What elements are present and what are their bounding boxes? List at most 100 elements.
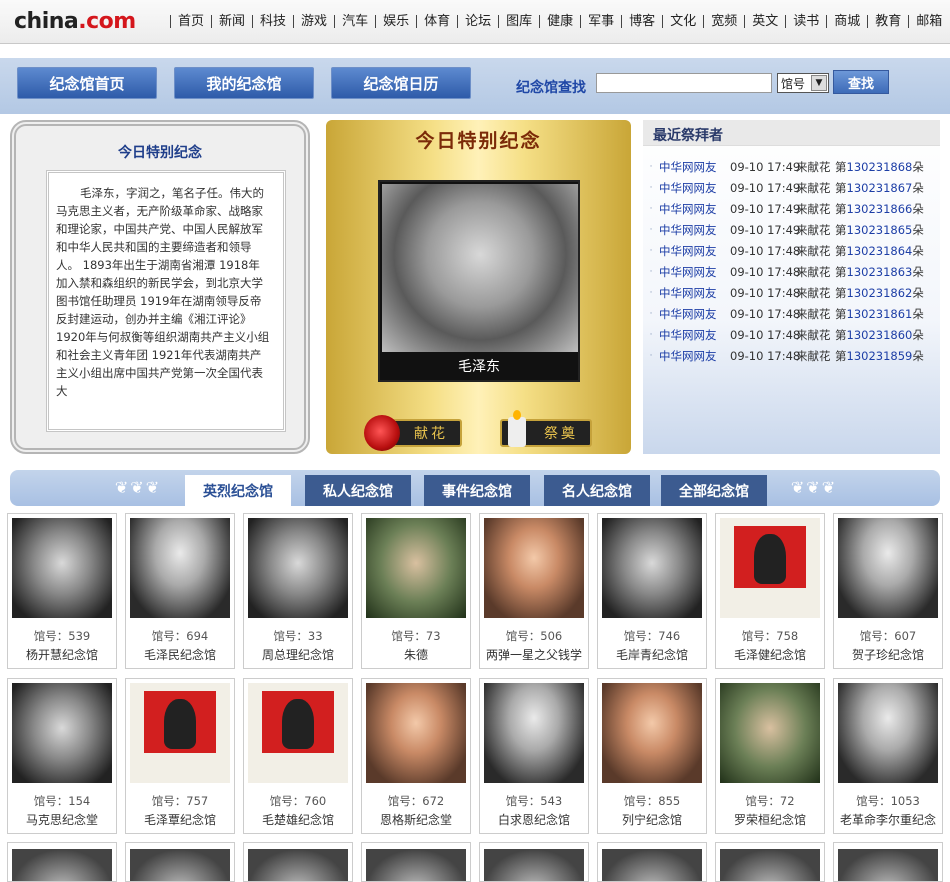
top-nav-link[interactable]: 科技 [252, 15, 293, 28]
memorial-card[interactable]: 馆号：607 贺子珍纪念馆 [833, 513, 943, 669]
memorial-photo[interactable] [838, 683, 938, 783]
top-nav-link[interactable]: 读书 [785, 15, 826, 28]
memorial-name[interactable]: 毛泽健纪念馆 [716, 646, 824, 663]
memorial-photo[interactable] [248, 683, 348, 783]
search-type-select[interactable]: 馆号 ▼ [777, 73, 829, 93]
visitor-name[interactable]: 中华网网友 [659, 243, 730, 259]
memorial-photo[interactable] [12, 518, 112, 618]
category-tab[interactable]: 全部纪念馆 [661, 475, 767, 506]
partial-card[interactable] [243, 842, 353, 882]
memorial-name[interactable]: 白求恩纪念馆 [480, 811, 588, 828]
top-nav-link[interactable]: 邮箱 [908, 15, 949, 28]
memorial-photo[interactable] [248, 518, 348, 618]
memorial-photo[interactable] [720, 518, 820, 618]
partial-card[interactable] [7, 842, 117, 882]
top-nav-link[interactable]: 健康 [539, 15, 580, 28]
memorial-card[interactable]: 馆号：757 毛泽覃纪念馆 [125, 678, 235, 834]
search-input[interactable] [596, 73, 772, 93]
top-nav-link[interactable]: 军事 [580, 15, 621, 28]
memorial-name[interactable]: 毛岸青纪念馆 [598, 646, 706, 663]
top-nav-link[interactable]: 宽频 [703, 15, 744, 28]
memorial-card[interactable]: 馆号：1053 老革命李尔重纪念 [833, 678, 943, 834]
search-button[interactable]: 查找 [833, 70, 889, 94]
memorial-photo[interactable] [602, 683, 702, 783]
memorial-name[interactable]: 马克思纪念堂 [8, 811, 116, 828]
memorial-card[interactable]: 馆号：694 毛泽民纪念馆 [125, 513, 235, 669]
memorial-photo[interactable] [484, 518, 584, 618]
memorial-card[interactable]: 馆号：33 周总理纪念馆 [243, 513, 353, 669]
top-nav-link[interactable]: 游戏 [293, 15, 334, 28]
memorial-card[interactable]: 馆号：855 列宁纪念馆 [597, 678, 707, 834]
memorial-photo[interactable] [130, 683, 230, 783]
memorial-card[interactable]: 馆号：72 罗荣桓纪念馆 [715, 678, 825, 834]
memorial-card[interactable]: 馆号：758 毛泽健纪念馆 [715, 513, 825, 669]
memorial-name[interactable]: 周总理纪念馆 [244, 646, 352, 663]
memorial-photo[interactable] [720, 683, 820, 783]
visitor-name[interactable]: 中华网网友 [659, 306, 730, 322]
memorial-card[interactable]: 馆号：672 恩格斯纪念堂 [361, 678, 471, 834]
memorial-photo[interactable] [484, 683, 584, 783]
memorial-name[interactable]: 列宁纪念馆 [598, 811, 706, 828]
partial-card[interactable] [715, 842, 825, 882]
chevron-down-icon[interactable]: ▼ [811, 75, 827, 91]
memorial-name[interactable]: 毛楚雄纪念馆 [244, 811, 352, 828]
partial-card[interactable] [597, 842, 707, 882]
memorial-name[interactable]: 杨开慧纪念馆 [8, 646, 116, 663]
visitor-name[interactable]: 中华网网友 [659, 264, 730, 280]
memorial-card[interactable]: 馆号：73 朱德 [361, 513, 471, 669]
top-nav-link[interactable]: 论坛 [457, 15, 498, 28]
category-tab[interactable]: 事件纪念馆 [424, 475, 530, 506]
memorial-photo[interactable] [130, 518, 230, 618]
china-com-logo[interactable]: china.com [14, 9, 170, 34]
top-nav-link[interactable]: 文化 [662, 15, 703, 28]
memorial-home-button[interactable]: 纪念馆首页 [17, 67, 157, 99]
visitor-name[interactable]: 中华网网友 [659, 159, 730, 175]
memorial-name[interactable]: 老革命李尔重纪念 [834, 811, 942, 828]
category-tab[interactable]: 英烈纪念馆 [185, 475, 291, 506]
memorial-photo[interactable] [12, 683, 112, 783]
memorial-name[interactable]: 贺子珍纪念馆 [834, 646, 942, 663]
memorial-photo[interactable] [602, 518, 702, 618]
memorial-name[interactable]: 朱德 [362, 646, 470, 663]
memorial-card[interactable]: 馆号：746 毛岸青纪念馆 [597, 513, 707, 669]
visitor-name[interactable]: 中华网网友 [659, 201, 730, 217]
partial-card[interactable] [479, 842, 589, 882]
memorial-name[interactable]: 毛泽民纪念馆 [126, 646, 234, 663]
visitor-name[interactable]: 中华网网友 [659, 327, 730, 343]
mourn-button[interactable]: 祭奠 [500, 410, 592, 447]
top-nav-link[interactable]: 汽车 [334, 15, 375, 28]
memorial-name[interactable]: 两弹一星之父钱学 [480, 646, 588, 663]
my-memorial-button[interactable]: 我的纪念馆 [174, 67, 314, 99]
offer-flower-button[interactable]: 献花 [364, 415, 462, 451]
memorial-name[interactable]: 毛泽覃纪念馆 [126, 811, 234, 828]
memorial-card[interactable]: 馆号：154 马克思纪念堂 [7, 678, 117, 834]
top-nav-link[interactable]: 首页 [170, 15, 211, 28]
category-tab[interactable]: 名人纪念馆 [544, 475, 650, 506]
visitor-name[interactable]: 中华网网友 [659, 180, 730, 196]
top-nav-link[interactable]: 新闻 [211, 15, 252, 28]
visitor-name[interactable]: 中华网网友 [659, 285, 730, 301]
memorial-card[interactable]: 馆号：760 毛楚雄纪念馆 [243, 678, 353, 834]
memorial-name[interactable]: 罗荣桓纪念馆 [716, 811, 824, 828]
memorial-photo[interactable] [366, 683, 466, 783]
top-nav-link[interactable]: 体育 [416, 15, 457, 28]
visitor-name[interactable]: 中华网网友 [659, 222, 730, 238]
memorial-card[interactable]: 馆号：539 杨开慧纪念馆 [7, 513, 117, 669]
top-nav-link[interactable]: 教育 [867, 15, 908, 28]
visitor-name[interactable]: 中华网网友 [659, 348, 730, 364]
top-nav-link[interactable]: 图库 [498, 15, 539, 28]
partial-card[interactable] [125, 842, 235, 882]
category-tab[interactable]: 私人纪念馆 [305, 475, 411, 506]
memorial-photo[interactable] [838, 518, 938, 618]
top-nav-link[interactable]: 娱乐 [375, 15, 416, 28]
top-nav-link[interactable]: 英文 [744, 15, 785, 28]
top-nav-link[interactable]: 博客 [621, 15, 662, 28]
memorial-card[interactable]: 馆号：543 白求恩纪念馆 [479, 678, 589, 834]
memorial-card[interactable]: 馆号：506 两弹一星之父钱学 [479, 513, 589, 669]
memorial-name[interactable]: 恩格斯纪念堂 [362, 811, 470, 828]
top-nav-link[interactable]: 商城 [826, 15, 867, 28]
portrait-frame[interactable]: 毛泽东 [378, 180, 580, 382]
partial-card[interactable] [833, 842, 943, 882]
memorial-calendar-button[interactable]: 纪念馆日历 [331, 67, 471, 99]
partial-card[interactable] [361, 842, 471, 882]
